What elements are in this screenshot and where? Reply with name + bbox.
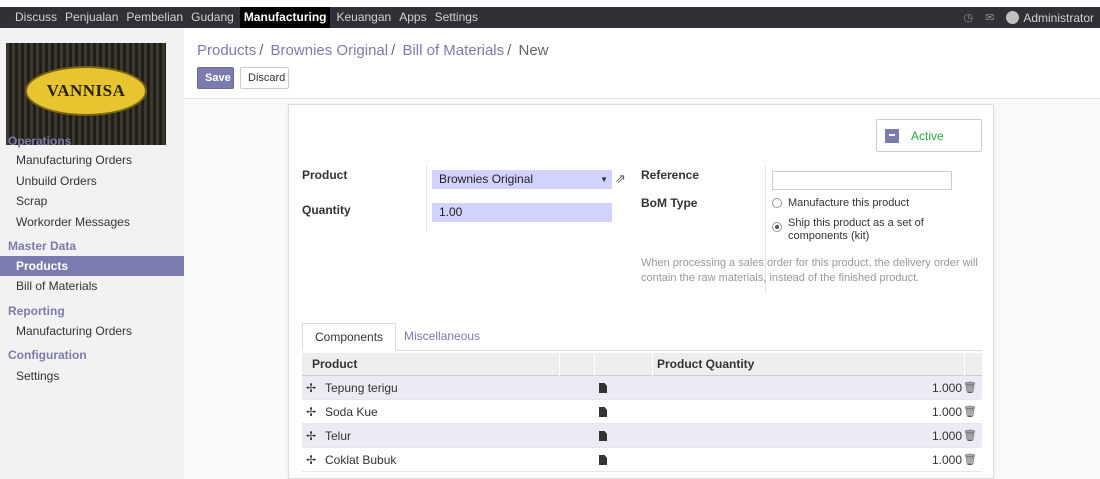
breadcrumb-products[interactable]: Products [197,42,256,59]
reference-label: Reference [641,168,700,182]
sidebar-item-settings[interactable]: Settings [0,366,184,386]
sidebar-item-products[interactable]: Products [0,256,184,276]
quantity-label: Quantity [302,203,351,217]
row-quantity: 1.000 [931,405,962,419]
table-header: Product Product Quantity [302,353,982,376]
table-row[interactable]: ✢ Coklat Bubuk 1.000 🗑 [302,448,982,472]
menu-manufacturing[interactable]: Manufacturing [239,7,331,28]
product-select[interactable]: Brownies Original ▼ [432,170,612,189]
bom-type-hint: When processing a sales order for this p… [641,257,978,284]
table-row[interactable]: ✢ Telur 1.000 🗑 [302,424,982,448]
user-name[interactable]: Administrator [1023,11,1094,25]
trash-icon[interactable]: 🗑 [963,424,977,448]
reference-input[interactable] [772,171,952,190]
app-menu: Discuss Penjualan Pembelian Gudang Manuf… [0,7,486,28]
bom-type-option-label: Ship this product as a set of components… [788,217,924,242]
sidebar-section-operations: Operations [8,134,72,148]
bom-type-radio-kit[interactable]: Ship this product as a set of components… [772,217,952,243]
document-icon [599,431,607,441]
components-table: Product Product Quantity ✢ Tepung terigu… [302,353,982,472]
sidebar-item-manufacturing-orders[interactable]: Manufacturing Orders [0,150,184,170]
radio-checked-icon [772,222,782,232]
column-header-product[interactable]: Product [312,353,357,376]
archive-icon [885,128,899,143]
save-button[interactable]: Save [197,67,234,89]
document-icon [599,407,607,417]
top-navbar: Discuss Penjualan Pembelian Gudang Manuf… [0,7,1100,28]
menu-gudang[interactable]: Gudang [191,7,234,28]
row-quantity: 1.000 [931,381,962,395]
trash-icon[interactable]: 🗑 [963,448,977,472]
company-logo: VANNISA [6,43,166,145]
menu-keuangan[interactable]: Keuangan [336,7,391,28]
menu-apps[interactable]: Apps [399,7,426,28]
chat-icon[interactable]: ✉ [985,11,994,24]
tab-miscellaneous[interactable]: Miscellaneous [392,323,492,351]
drag-handle-icon[interactable]: ✢ [306,400,316,424]
menu-settings[interactable]: Settings [435,7,478,28]
breadcrumb: Products / Brownies Original / Bill of Mat… [197,42,549,59]
sidebar: VANNISA [0,28,184,479]
table-row[interactable]: ✢ Soda Kue 1.000 🗑 [302,400,982,424]
external-link-icon[interactable]: ⇗ [615,171,626,187]
table-row[interactable]: ✢ Tepung terigu 1.000 🗑 [302,376,982,400]
menu-penjualan[interactable]: Penjualan [65,7,118,28]
row-product: Soda Kue [325,405,378,419]
sidebar-item-workorder-messages[interactable]: Workorder Messages [0,212,184,232]
sidebar-section-configuration: Configuration [8,348,87,362]
active-toggle-button[interactable]: Active [876,119,982,152]
menu-pembelian[interactable]: Pembelian [126,7,183,28]
radio-unchecked-icon [772,198,782,208]
row-product: Coklat Bubuk [325,453,397,467]
product-select-value: Brownies Original [439,172,534,186]
drag-handle-icon[interactable]: ✢ [306,376,316,400]
logo-text: VANNISA [46,81,126,100]
tab-components[interactable]: Components [302,323,397,351]
sidebar-item-reporting-manufacturing-orders[interactable]: Manufacturing Orders [0,321,184,341]
row-product: Telur [325,429,352,443]
bom-type-label: BoM Type [641,196,698,210]
product-label: Product [302,168,348,182]
breadcrumb-bill-of-materials[interactable]: Bill of Materials [402,42,504,59]
menu-discuss[interactable]: Discuss [15,7,57,28]
sidebar-item-unbuild-orders[interactable]: Unbuild Orders [0,171,184,191]
chevron-down-icon: ▼ [600,175,608,184]
sidebar-item-scrap[interactable]: Scrap [0,191,184,211]
active-status-label: Active [911,128,944,143]
user-avatar-icon[interactable] [1006,11,1020,24]
activity-icon[interactable]: ◷ [963,11,973,24]
notebook-tabs: Components Miscellaneous [302,323,982,351]
sidebar-item-bill-of-materials[interactable]: Bill of Materials [0,276,184,296]
drag-handle-icon[interactable]: ✢ [306,448,316,472]
drag-handle-icon[interactable]: ✢ [306,424,316,448]
row-product: Tepung terigu [325,381,398,395]
bom-type-option-label: Manufacture this product [788,197,910,209]
row-quantity: 1.000 [931,453,962,467]
sidebar-section-reporting: Reporting [8,304,65,318]
document-icon [599,383,607,393]
column-header-quantity[interactable]: Product Quantity [657,353,754,376]
trash-icon[interactable]: 🗑 [963,376,977,400]
breadcrumb-brownies-original[interactable]: Brownies Original [271,42,389,59]
user-area: ◷ ✉ Administrator [963,7,1094,28]
row-quantity: 1.000 [931,429,962,443]
discard-button[interactable]: Discard [240,67,289,89]
quantity-input[interactable]: 1.00 [432,203,612,222]
sidebar-section-master-data: Master Data [8,239,77,253]
trash-icon[interactable]: 🗑 [963,400,977,424]
bom-type-radio-manufacture[interactable]: Manufacture this product [772,197,909,210]
breadcrumb-current: New [518,42,549,59]
document-icon [599,455,607,465]
